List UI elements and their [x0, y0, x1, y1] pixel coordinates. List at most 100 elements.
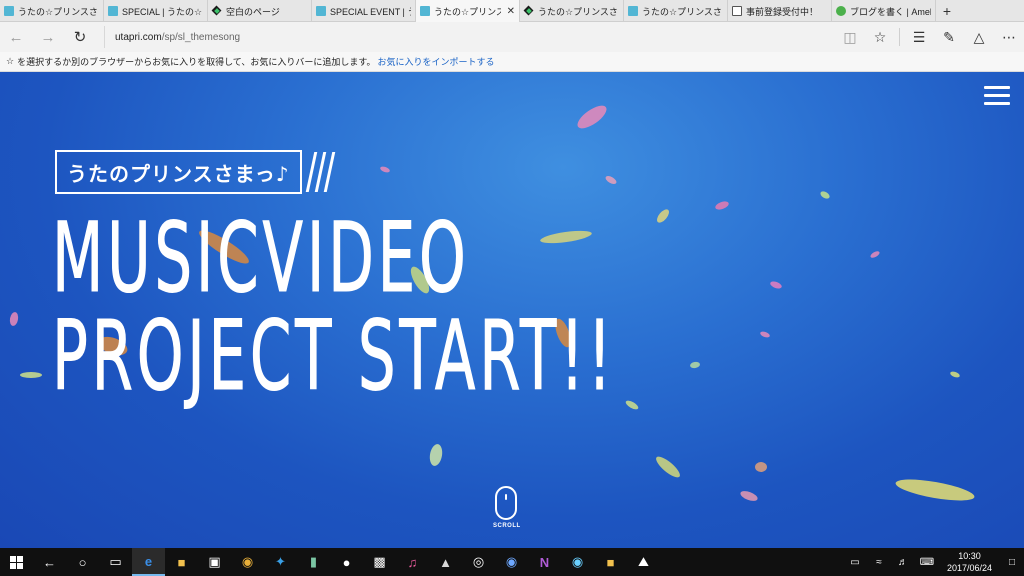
photo-app-icon[interactable]: ▲: [429, 548, 462, 576]
tab-label: うたの☆プリンスさまっ♪: [642, 6, 723, 17]
petal-decoration: [819, 189, 831, 201]
photos-icon[interactable]: ⛰: [627, 548, 660, 576]
browser-tab[interactable]: 空白のページ: [208, 0, 312, 22]
petal-decoration: [755, 462, 767, 472]
back-arrow-icon[interactable]: ←: [33, 548, 66, 576]
headline-line-2: PROJECT START!!: [52, 299, 616, 412]
browser-tab[interactable]: うたの☆プリンスさまっ♪: [520, 0, 624, 22]
tab-label: SPECIAL EVENT | うた: [330, 6, 411, 17]
onenote-icon[interactable]: N: [528, 548, 561, 576]
folder-icon[interactable]: ■: [594, 548, 627, 576]
petal-decoration: [604, 174, 618, 186]
star-icon: ☆: [6, 56, 15, 66]
new-tab-button[interactable]: +: [936, 0, 958, 22]
address-bar[interactable]: utapri.com/sp/sl_themesong: [104, 26, 835, 48]
system-tray: ▭ ≈ ♬ ⌨ 10:30 2017/06/24 □: [843, 548, 1024, 576]
doc-icon: [732, 6, 742, 16]
itunes-icon[interactable]: ♫: [396, 548, 429, 576]
clock-time: 10:30: [958, 551, 981, 561]
petal-decoration: [379, 165, 391, 174]
utapri-logo: うたのプリンスさまっ♪: [55, 150, 335, 194]
file-explorer-icon[interactable]: ■: [165, 548, 198, 576]
reading-view-icon[interactable]: ◫: [835, 22, 865, 52]
action-center-icon[interactable]: □: [1000, 557, 1024, 568]
petal-decoration: [894, 475, 976, 505]
task-view-icon[interactable]: ▭: [99, 548, 132, 576]
m-icon: [108, 6, 118, 16]
hamburger-menu-icon[interactable]: [984, 86, 1010, 106]
scroll-indicator[interactable]: SCROLL: [493, 486, 521, 529]
more-icon[interactable]: ⋯: [994, 22, 1024, 52]
keyboard-icon[interactable]: ⌨: [915, 557, 939, 568]
app-circle-icon[interactable]: ◉: [495, 548, 528, 576]
browser-tab[interactable]: うたの☆プリンスさまっ♪: [0, 0, 104, 22]
browser-tab[interactable]: SPECIAL EVENT | うた: [312, 0, 416, 22]
browser-tab[interactable]: 事前登録受付中！: [728, 0, 832, 22]
petal-decoration: [8, 311, 20, 327]
mouse-icon: [495, 486, 517, 520]
m-icon: [316, 6, 326, 16]
petal-decoration: [20, 372, 42, 378]
petal-decoration: [653, 453, 683, 481]
headline-line-1: MUSICVIDEO: [52, 202, 470, 314]
petal-decoration: [574, 101, 610, 133]
navigation-bar: ← → ↻ utapri.com/sp/sl_themesong ◫ ☆ ☰ ✎…: [0, 22, 1024, 52]
notebook-icon[interactable]: ▮: [297, 548, 330, 576]
browser-tab[interactable]: SPECIAL | うたの☆プリ: [104, 0, 208, 22]
browser-tab[interactable]: ブログを書く | Ameba: [832, 0, 936, 22]
clapperboard-icon[interactable]: ▩: [363, 548, 396, 576]
panda-icon[interactable]: ●: [330, 548, 363, 576]
favorites-bar-message: を選択するか別のブラウザーからお気に入りを取得して、お気に入りバーに追加します。: [17, 57, 376, 67]
clock-date: 2017/06/24: [946, 563, 992, 573]
share-icon[interactable]: △: [964, 22, 994, 52]
logo-roman-three: [305, 150, 335, 194]
ameba-icon: [836, 6, 846, 16]
eye-app-icon[interactable]: ◉: [561, 548, 594, 576]
back-button[interactable]: ←: [0, 22, 32, 52]
tab-label: うたの☆プリンスさまっ♪: [538, 6, 619, 17]
favorite-star-icon[interactable]: ☆: [865, 22, 895, 52]
headline: MUSICVIDEO PROJECT START!!: [52, 202, 960, 412]
music-disc-icon[interactable]: ◎: [462, 548, 495, 576]
kite-icon: [212, 6, 222, 16]
refresh-button[interactable]: ↻: [64, 22, 96, 52]
scroll-label: SCROLL: [493, 523, 521, 529]
volume-icon[interactable]: ♬: [891, 557, 915, 568]
tab-label: うたの☆プリンスさま: [434, 6, 501, 17]
logo-text: うたのプリンスさまっ♪: [55, 150, 302, 194]
import-favorites-link[interactable]: お気に入りをインポートする: [377, 55, 494, 68]
m-icon: [628, 6, 638, 16]
web-note-icon[interactable]: ✎: [934, 22, 964, 52]
chrome-icon[interactable]: ◉: [231, 548, 264, 576]
forward-button[interactable]: →: [32, 22, 64, 52]
url-host: utapri.com: [115, 31, 162, 43]
m-icon: [420, 6, 430, 16]
wifi-icon[interactable]: ≈: [867, 557, 891, 568]
hub-icon[interactable]: ☰: [904, 22, 934, 52]
kite-icon: [524, 6, 534, 16]
petal-decoration: [739, 489, 759, 503]
favorites-bar: ☆ を選択するか別のブラウザーからお気に入りを取得して、お気に入りバーに追加しま…: [0, 52, 1024, 72]
tab-label: ブログを書く | Ameba: [850, 6, 931, 17]
clock[interactable]: 10:30 2017/06/24: [947, 550, 992, 574]
tab-close-icon[interactable]: ✕: [507, 6, 515, 17]
tab-label: うたの☆プリンスさまっ♪: [18, 6, 99, 17]
edge-icon[interactable]: e: [132, 548, 165, 576]
page-content: うたのプリンスさまっ♪ MUSICVIDEO PROJECT START!! S…: [0, 72, 1024, 548]
m-icon: [4, 6, 14, 16]
network-app-icon[interactable]: ✦: [264, 548, 297, 576]
tab-strip: うたの☆プリンスさまっ♪ SPECIAL | うたの☆プリ 空白のページ SPECIA…: [0, 0, 1024, 22]
taskbar: ← ○ ▭ e ■ ▣ ◉ ✦ ▮ ● ▩ ♫ ▲ ◎ ◉ N ◉ ■ ⛰ ▭ …: [0, 548, 1024, 576]
petal-decoration: [428, 443, 444, 467]
url-path: /sp/sl_themesong: [161, 31, 241, 43]
tab-label: SPECIAL | うたの☆プリ: [122, 6, 203, 17]
browser-tab[interactable]: うたの☆プリンスさまっ♪: [624, 0, 728, 22]
browser-tab[interactable]: うたの☆プリンスさま ✕: [416, 0, 520, 22]
tab-label: 空白のページ: [226, 6, 280, 17]
start-button[interactable]: [0, 548, 33, 576]
tab-label: 事前登録受付中！: [746, 6, 819, 17]
toolbar-divider: [899, 28, 900, 46]
store-icon[interactable]: ▣: [198, 548, 231, 576]
cortana-icon[interactable]: ○: [66, 548, 99, 576]
battery-icon[interactable]: ▭: [843, 557, 867, 568]
